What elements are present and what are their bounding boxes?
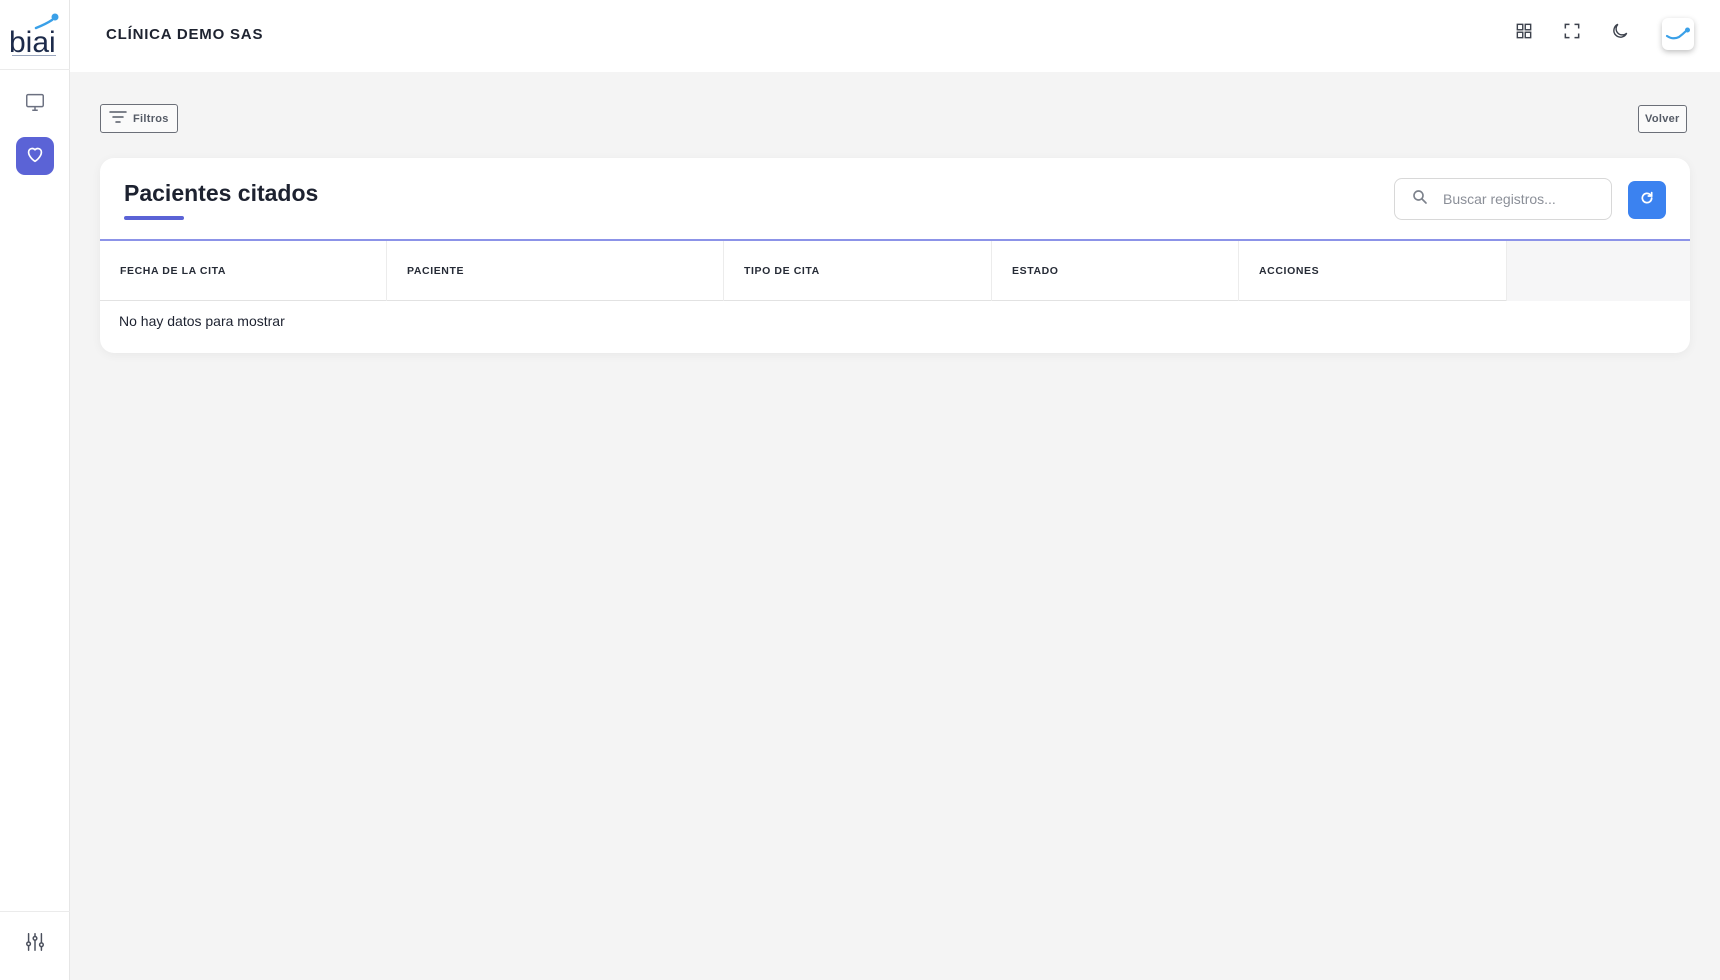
sidebar-item-heart[interactable] xyxy=(16,137,54,175)
monitor-icon xyxy=(24,91,46,118)
sidebar-divider xyxy=(0,69,70,70)
filters-button[interactable]: Filtros xyxy=(100,104,178,133)
apps-grid-button[interactable] xyxy=(1511,20,1537,46)
dark-mode-toggle[interactable] xyxy=(1607,20,1633,46)
sidebar-item-monitor[interactable] xyxy=(16,85,54,123)
user-avatar[interactable] xyxy=(1662,18,1694,50)
back-button[interactable]: Volver xyxy=(1638,105,1687,133)
grid-icon xyxy=(1514,21,1534,46)
heart-icon xyxy=(24,143,46,170)
settings-sliders-button[interactable] xyxy=(16,925,54,963)
title-underline xyxy=(124,216,184,220)
biai-logo[interactable]: biai xyxy=(6,8,66,64)
column-header-estado[interactable]: ESTADO xyxy=(992,241,1239,301)
refresh-button[interactable] xyxy=(1628,181,1666,219)
fullscreen-icon xyxy=(1562,21,1582,46)
sliders-icon xyxy=(24,931,46,958)
card-title: Pacientes citados xyxy=(124,180,319,206)
column-header-tipo[interactable]: TIPO DE CITA xyxy=(724,241,992,301)
column-filler xyxy=(1507,241,1690,301)
refresh-icon xyxy=(1639,190,1655,211)
clinic-name: CLÍNICA DEMO SAS xyxy=(106,26,264,43)
fullscreen-button[interactable] xyxy=(1559,20,1585,46)
column-header-fecha[interactable]: FECHA DE LA CITA xyxy=(100,241,387,301)
column-header-acciones[interactable]: ACCIONES xyxy=(1239,241,1507,301)
column-header-paciente[interactable]: PACIENTE xyxy=(387,241,724,301)
search-icon xyxy=(1411,188,1429,211)
sidebar: biai xyxy=(0,0,70,980)
top-header: CLÍNICA DEMO SAS xyxy=(70,0,1720,72)
search-input[interactable] xyxy=(1443,191,1593,207)
search-box[interactable] xyxy=(1394,178,1612,220)
filters-label: Filtros xyxy=(133,112,169,125)
moon-icon xyxy=(1610,21,1630,46)
back-label: Volver xyxy=(1645,113,1680,125)
empty-table-message: No hay datos para mostrar xyxy=(119,313,285,329)
sidebar-divider-bottom xyxy=(0,911,70,912)
logo-text: biai xyxy=(9,26,56,59)
table-header: FECHA DE LA CITA PACIENTE TIPO DE CITA E… xyxy=(100,241,1690,301)
appointments-card: Pacientes citados FECHA DE LA CITA PACIE… xyxy=(100,158,1690,353)
filter-icon xyxy=(109,110,127,127)
